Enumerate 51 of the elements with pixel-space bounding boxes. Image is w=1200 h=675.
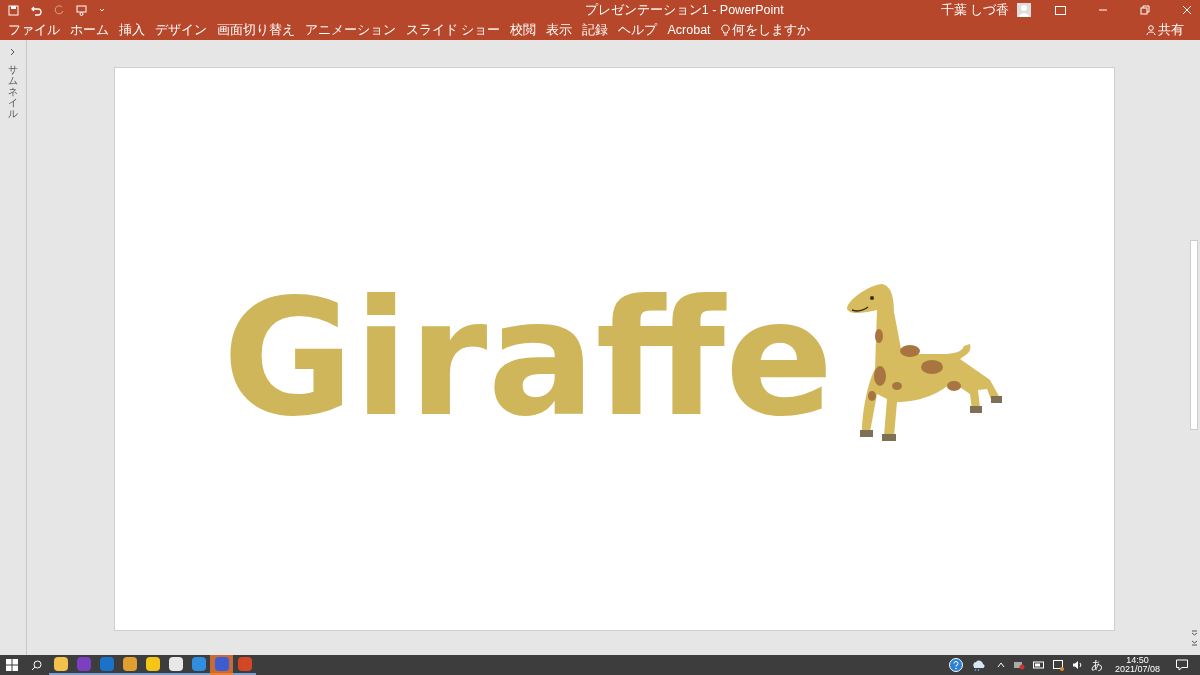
taskbar-app[interactable] [164,655,187,675]
network-icon[interactable] [1012,660,1025,670]
notifications-icon[interactable] [1176,659,1188,671]
clock-time: 14:50 [1126,655,1149,665]
person-icon [1146,25,1156,35]
help-icon[interactable] [948,658,963,672]
customize-caret-icon[interactable] [99,7,105,13]
slide-title: Giraffe [222,279,834,439]
ribbon-tab[interactable]: Acrobat [667,23,711,37]
weather-icon[interactable] [970,659,985,671]
ribbon-tab[interactable]: ホーム [70,23,109,37]
taskbar-app[interactable] [141,655,164,675]
ribbon-display-icon[interactable] [1055,5,1066,15]
ribbon-tab[interactable]: 校閲 [510,23,537,37]
ribbon-tab[interactable]: 画面切り替え [217,23,295,37]
undo-icon[interactable] [31,4,42,16]
start-icon[interactable] [6,659,18,671]
presentation-icon[interactable] [76,4,87,16]
scrollbar-thumb[interactable] [1190,240,1198,430]
ribbon-tab[interactable]: ファイル [8,23,60,37]
clock-date: 2021/07/08 [1114,665,1160,675]
ribbon-tab[interactable]: 表示 [546,23,573,37]
ribbon-tab[interactable]: ヘルプ [618,23,658,37]
taskbar-app[interactable] [233,655,256,675]
tell-me-field[interactable]: 何をしますか [731,23,810,37]
window-title: プレゼンテーション1 - PowerPoint [584,3,784,17]
taskbar-app[interactable] [49,655,72,675]
ribbon-tab[interactable]: 挿入 [119,23,145,37]
ribbon-tab[interactable]: スライド ショー [406,23,501,37]
ribbon-tab[interactable]: アニメーション [305,23,396,37]
show-hidden-icons-icon[interactable] [996,662,1005,668]
ime-indicator[interactable]: あ [1090,656,1103,674]
previous-slide-icon[interactable] [1190,629,1198,636]
battery-icon[interactable] [1032,661,1045,669]
taskbar-app[interactable] [72,655,95,675]
volume-icon[interactable] [1071,660,1083,670]
save-icon[interactable] [8,4,19,16]
user-name: 千葉 しづ香 [940,3,1009,17]
thumbnail-label: サムネイル [8,64,18,119]
close-icon[interactable] [1182,5,1192,15]
restore-icon[interactable] [1140,5,1150,15]
lightbulb-icon [720,24,730,36]
next-slide-icon[interactable] [1190,640,1198,647]
ribbon-tab[interactable]: デザイン [155,23,207,37]
expand-chevron-icon[interactable] [10,48,16,56]
taskbar-app[interactable] [95,655,118,675]
share-button[interactable]: 共有 [1158,23,1184,37]
display-icon[interactable] [1052,659,1064,671]
taskbar-app[interactable] [118,655,141,675]
ribbon-tab[interactable]: 記録 [582,23,609,37]
search-icon[interactable] [31,659,42,671]
